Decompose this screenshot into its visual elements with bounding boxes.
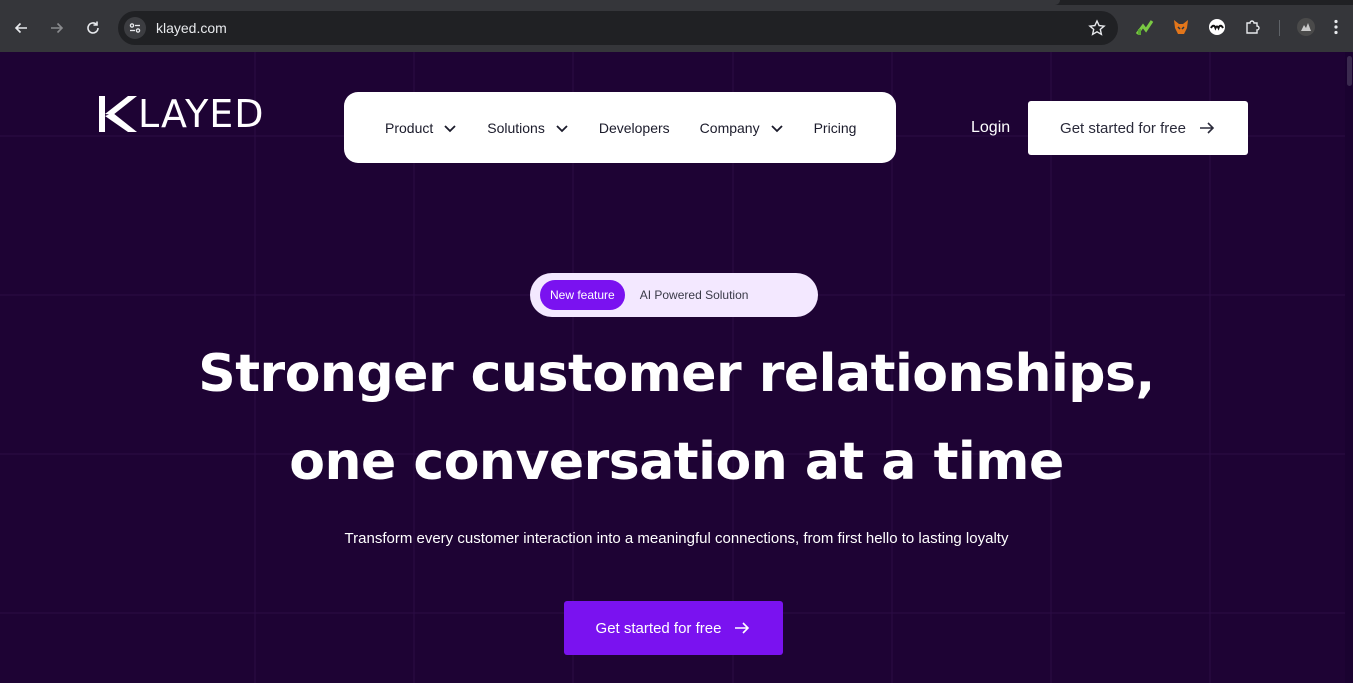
tab-strip [0, 0, 1353, 5]
klayed-logo[interactable]: LAYED [98, 92, 265, 136]
chevron-down-icon [556, 124, 568, 132]
reload-icon[interactable] [81, 16, 105, 40]
toolbar-separator [1279, 20, 1280, 36]
menu-icon[interactable] [1326, 17, 1346, 37]
new-feature-badge: New feature [540, 280, 625, 310]
back-icon[interactable] [9, 16, 33, 40]
extension-chart-icon[interactable] [1135, 17, 1155, 37]
feature-text: AI Powered Solution [639, 288, 749, 302]
url-text[interactable]: klayed.com [156, 20, 227, 36]
forward-icon[interactable] [45, 16, 69, 40]
nav-item-solutions[interactable]: Solutions [487, 120, 569, 136]
nav-item-label: Company [699, 119, 760, 136]
extensions-puzzle-icon[interactable] [1243, 17, 1263, 37]
page-viewport: LAYED Product Solutions Developers Compa… [0, 52, 1353, 683]
extension-fox-icon[interactable] [1171, 17, 1191, 37]
logo-wordmark: LAYED [138, 92, 265, 136]
headline-line-2: one conversation at a time [289, 432, 1064, 492]
login-link[interactable]: Login [971, 119, 1010, 137]
chevron-down-icon [770, 124, 783, 132]
main-navigation: Product Solutions Developers Company Pri… [344, 92, 896, 163]
headline-line-1: Stronger customer relationships, [198, 344, 1155, 404]
nav-item-product[interactable]: Product [385, 120, 457, 136]
address-bar[interactable]: klayed.com [118, 11, 1118, 45]
nav-item-label: Pricing [813, 119, 857, 136]
bookmark-star-icon[interactable] [1088, 19, 1106, 37]
nav-item-company[interactable]: Company [700, 120, 784, 136]
hero-subtitle: Transform every customer interaction int… [344, 530, 1009, 547]
scrollbar-thumb[interactable] [1347, 56, 1352, 86]
profile-avatar-icon[interactable] [1296, 17, 1316, 37]
chevron-down-icon [444, 124, 456, 132]
feature-announcement-pill[interactable]: New feature AI Powered Solution [530, 273, 818, 317]
page-scrollbar[interactable] [1345, 52, 1353, 683]
nav-item-label: Solutions [487, 119, 545, 136]
button-label: Get started for free [1060, 119, 1186, 137]
nav-item-pricing[interactable]: Pricing [814, 120, 857, 136]
extension-mask-icon[interactable] [1207, 17, 1227, 37]
arrow-right-icon [1199, 122, 1215, 134]
browser-toolbar: klayed.com [0, 0, 1353, 52]
site-info-icon[interactable] [124, 17, 146, 39]
hero-headline: Stronger customer relationships, one con… [0, 330, 1353, 506]
nav-item-label: Developers [598, 119, 670, 136]
active-tab[interactable] [0, 0, 1060, 5]
header-get-started-button[interactable]: Get started for free [1028, 101, 1248, 155]
nav-item-developers[interactable]: Developers [599, 120, 670, 136]
hero-get-started-button[interactable]: Get started for free [564, 601, 783, 655]
arrow-right-icon [735, 622, 750, 634]
logo-k-mark-icon [99, 96, 137, 132]
button-label: Get started for free [595, 619, 722, 637]
nav-item-label: Product [385, 119, 434, 136]
